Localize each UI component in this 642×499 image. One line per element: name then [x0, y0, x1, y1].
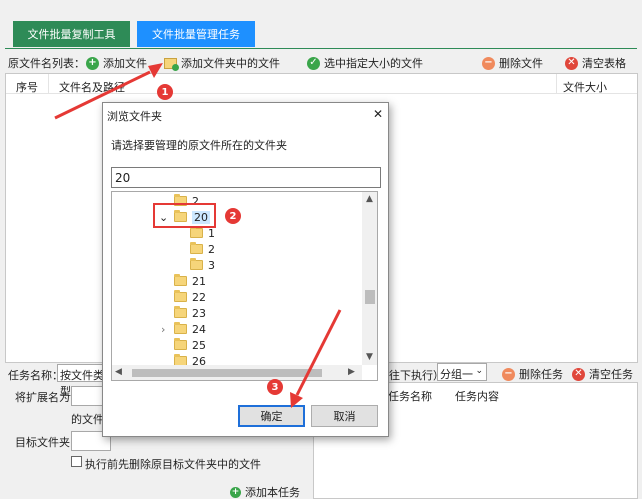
annotation-arrows: [54, 63, 342, 408]
step-marker-1: 1: [157, 84, 173, 100]
arrow-head-1: [148, 63, 163, 78]
arrow-line-1: [54, 70, 151, 120]
step-marker-2: 2: [225, 208, 241, 224]
step-marker-3: 3: [267, 379, 283, 395]
arrow-line-3: [295, 309, 342, 396]
